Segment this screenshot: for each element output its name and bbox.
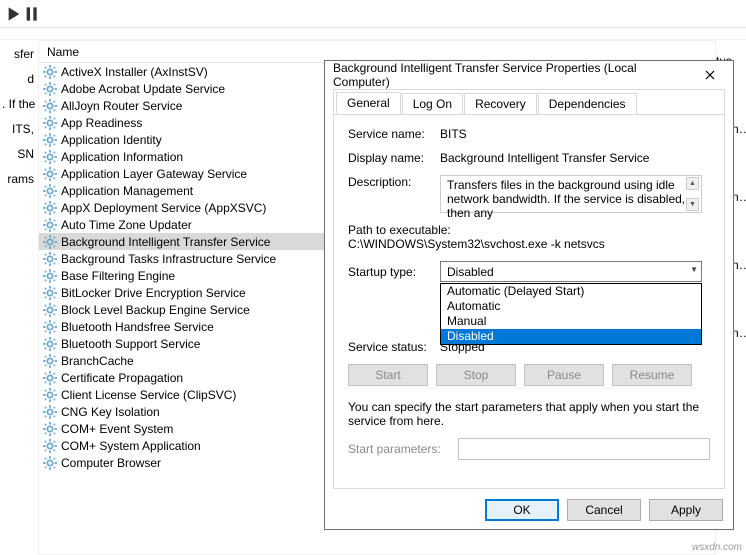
display-name-label: Display name: bbox=[348, 151, 440, 165]
gear-icon bbox=[43, 388, 57, 402]
gear-icon bbox=[43, 456, 57, 470]
gear-icon bbox=[43, 99, 57, 113]
service-name: Application Identity bbox=[61, 133, 162, 147]
gear-icon bbox=[43, 320, 57, 334]
gear-icon bbox=[43, 82, 57, 96]
gear-icon bbox=[43, 116, 57, 130]
startup-type-select[interactable]: Disabled ▼ Automatic (Delayed Start)Auto… bbox=[440, 261, 702, 282]
startup-type-dropdown[interactable]: Automatic (Delayed Start)AutomaticManual… bbox=[440, 283, 702, 345]
gear-icon bbox=[43, 150, 57, 164]
tab-log-on[interactable]: Log On bbox=[402, 93, 463, 114]
startup-option[interactable]: Manual bbox=[441, 314, 701, 329]
service-name-label: Service name: bbox=[348, 127, 440, 141]
start-params-label: Start parameters: bbox=[348, 442, 458, 456]
startup-option[interactable]: Automatic bbox=[441, 299, 701, 314]
gear-icon bbox=[43, 65, 57, 79]
service-name-value: BITS bbox=[440, 127, 710, 141]
startup-type-label: Startup type: bbox=[348, 265, 440, 279]
ok-button[interactable]: OK bbox=[485, 499, 559, 521]
gear-icon bbox=[43, 439, 57, 453]
description-scrollbar[interactable]: ▲ ▼ bbox=[685, 177, 700, 211]
pause-button[interactable]: Pause bbox=[524, 364, 604, 386]
service-name: COM+ System Application bbox=[61, 439, 201, 453]
apply-button[interactable]: Apply bbox=[649, 499, 723, 521]
path-value: C:\WINDOWS\System32\svchost.exe -k netsv… bbox=[348, 237, 710, 251]
gear-icon bbox=[43, 303, 57, 317]
gear-icon bbox=[43, 201, 57, 215]
gear-icon bbox=[43, 286, 57, 300]
chevron-down-icon: ▼ bbox=[690, 265, 698, 274]
gear-icon bbox=[43, 337, 57, 351]
start-params-input[interactable] bbox=[458, 438, 710, 460]
service-name: AppX Deployment Service (AppXSVC) bbox=[61, 201, 266, 215]
stop-button[interactable]: Stop bbox=[436, 364, 516, 386]
service-name: Certificate Propagation bbox=[61, 371, 183, 385]
startup-option[interactable]: Disabled bbox=[441, 329, 701, 344]
gear-icon bbox=[43, 405, 57, 419]
gear-icon bbox=[43, 218, 57, 232]
gear-icon bbox=[43, 422, 57, 436]
service-name: CNG Key Isolation bbox=[61, 405, 160, 419]
tab-dependencies[interactable]: Dependencies bbox=[538, 93, 637, 114]
cancel-button[interactable]: Cancel bbox=[567, 499, 641, 521]
service-name: ActiveX Installer (AxInstSV) bbox=[61, 65, 208, 79]
tab-strip: GeneralLog OnRecoveryDependencies bbox=[334, 90, 724, 113]
pause-icon[interactable] bbox=[24, 6, 40, 22]
scroll-up-icon[interactable]: ▲ bbox=[686, 177, 699, 190]
service-name: Auto Time Zone Updater bbox=[61, 218, 192, 232]
service-name: Application Layer Gateway Service bbox=[61, 167, 247, 181]
service-name: Application Management bbox=[61, 184, 193, 198]
path-label: Path to executable: bbox=[348, 223, 710, 237]
service-status-label: Service status: bbox=[348, 340, 440, 354]
display-name-value: Background Intelligent Transfer Service bbox=[440, 151, 710, 165]
gear-icon bbox=[43, 252, 57, 266]
service-name: Base Filtering Engine bbox=[61, 269, 175, 283]
description-label: Description: bbox=[348, 175, 440, 213]
service-name: Adobe Acrobat Update Service bbox=[61, 82, 225, 96]
service-name: Application Information bbox=[61, 150, 183, 164]
gear-icon bbox=[43, 354, 57, 368]
startup-option[interactable]: Automatic (Delayed Start) bbox=[441, 284, 701, 299]
service-name: COM+ Event System bbox=[61, 422, 173, 436]
dialog-title: Background Intelligent Transfer Service … bbox=[333, 61, 695, 89]
service-name: Background Tasks Infrastructure Service bbox=[61, 252, 276, 266]
gear-icon bbox=[43, 269, 57, 283]
gear-icon bbox=[43, 371, 57, 385]
service-name: BitLocker Drive Encryption Service bbox=[61, 286, 246, 300]
resume-button[interactable]: Resume bbox=[612, 364, 692, 386]
gear-icon bbox=[43, 167, 57, 181]
service-name: Bluetooth Support Service bbox=[61, 337, 200, 351]
service-name: App Readiness bbox=[61, 116, 142, 130]
left-panel-fragment: sferd. If theITS,SNrams bbox=[0, 40, 38, 555]
service-name: Computer Browser bbox=[61, 456, 161, 470]
description-text[interactable]: Transfers files in the background using … bbox=[440, 175, 702, 213]
service-name: Client License Service (ClipSVC) bbox=[61, 388, 236, 402]
service-properties-dialog: Background Intelligent Transfer Service … bbox=[324, 60, 734, 530]
tab-general[interactable]: General bbox=[336, 92, 401, 114]
service-name: Block Level Backup Engine Service bbox=[61, 303, 250, 317]
service-name: AllJoyn Router Service bbox=[61, 99, 182, 113]
play-icon[interactable] bbox=[6, 6, 22, 22]
tab-recovery[interactable]: Recovery bbox=[464, 93, 537, 114]
service-name: BranchCache bbox=[61, 354, 134, 368]
gear-icon bbox=[43, 184, 57, 198]
scroll-down-icon[interactable]: ▼ bbox=[686, 198, 699, 211]
start-params-note: You can specify the start parameters tha… bbox=[348, 400, 710, 428]
gear-icon bbox=[43, 133, 57, 147]
tab-general-page: Service name: BITS Display name: Backgro… bbox=[334, 114, 724, 488]
service-name: Bluetooth Handsfree Service bbox=[61, 320, 214, 334]
start-button[interactable]: Start bbox=[348, 364, 428, 386]
close-icon[interactable] bbox=[695, 65, 725, 85]
service-name: Background Intelligent Transfer Service bbox=[61, 235, 270, 249]
gear-icon bbox=[43, 235, 57, 249]
watermark: wsxdn.com bbox=[692, 542, 742, 553]
toolbar bbox=[0, 0, 746, 28]
